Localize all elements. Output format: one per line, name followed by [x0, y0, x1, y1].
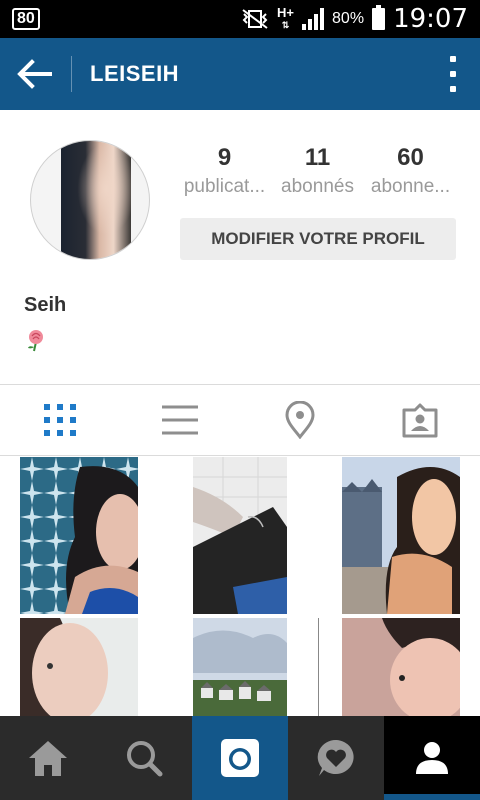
arrow-left-icon — [17, 59, 52, 89]
stat-following-label: abonne... — [370, 176, 451, 197]
battery-percent: 80% — [332, 10, 365, 27]
post-thumbnail[interactable] — [342, 618, 460, 716]
more-options-button[interactable] — [448, 56, 458, 92]
posts-grid — [0, 457, 480, 716]
stat-following-count: 60 — [397, 144, 424, 171]
stat-posts-label: publicat... — [183, 176, 266, 197]
nav-home[interactable] — [0, 716, 96, 800]
post-thumbnail[interactable] — [342, 457, 460, 614]
post-thumbnail[interactable] — [193, 618, 287, 716]
network-type: H+ ⇅ — [277, 5, 295, 30]
clock: 19:07 — [393, 4, 468, 34]
tab-grid[interactable] — [0, 385, 120, 455]
nav-camera[interactable] — [192, 716, 288, 800]
stat-posts-count: 9 — [217, 144, 232, 171]
stat-following[interactable]: 60 abonne... — [364, 144, 457, 198]
back-button[interactable] — [14, 54, 54, 94]
nav-profile[interactable] — [384, 716, 480, 800]
location-pin-icon — [285, 401, 315, 439]
post-thumbnail[interactable] — [20, 457, 138, 614]
profile-name: Seih — [24, 294, 67, 316]
post-thumbnail[interactable] — [193, 457, 287, 614]
stat-posts[interactable]: 9 publicat... — [178, 144, 271, 198]
activity-heart-icon — [317, 739, 354, 776]
notification-badge: 80 — [12, 8, 40, 30]
avatar[interactable] — [30, 140, 150, 260]
nav-search[interactable] — [96, 716, 192, 800]
bottom-nav — [0, 716, 480, 800]
avatar-photo — [61, 141, 131, 259]
profile-tabs — [0, 384, 480, 456]
search-icon — [127, 741, 163, 777]
camera-icon — [221, 739, 259, 777]
stat-followers-count: 11 — [304, 144, 331, 171]
tab-tagged[interactable] — [360, 385, 480, 455]
vibrate-mute-icon — [242, 9, 268, 29]
rose-icon — [28, 330, 43, 352]
profile-header: 9 publicat... 11 abonnés 60 abonne... MO… — [0, 110, 480, 384]
grid-icon — [44, 404, 76, 436]
post-thumbnail[interactable] — [20, 618, 138, 716]
status-icons: H+ ⇅ 80% 19:07 — [241, 0, 468, 38]
status-bar: 80 H+ ⇅ 80% 19:07 — [0, 0, 480, 38]
grid-divider — [318, 618, 319, 716]
home-icon — [29, 741, 67, 776]
app-bar-divider — [71, 56, 72, 92]
app-bar: LEISEIH — [0, 38, 480, 110]
list-icon — [162, 405, 198, 435]
tagged-person-icon — [402, 403, 438, 438]
stat-followers-label: abonnés — [281, 176, 354, 197]
tab-places[interactable] — [240, 385, 360, 455]
profile-icon — [416, 742, 448, 774]
edit-profile-button[interactable]: MODIFIER VOTRE PROFIL — [180, 218, 456, 260]
signal-icon — [302, 8, 325, 30]
more-vert-icon — [450, 56, 456, 62]
tab-list[interactable] — [120, 385, 240, 455]
battery-icon — [372, 5, 386, 30]
page-title: LEISEIH — [90, 61, 180, 86]
profile-stats: 9 publicat... 11 abonnés 60 abonne... — [178, 144, 458, 198]
stat-followers[interactable]: 11 abonnés — [271, 144, 364, 198]
nav-activity[interactable] — [288, 716, 384, 800]
